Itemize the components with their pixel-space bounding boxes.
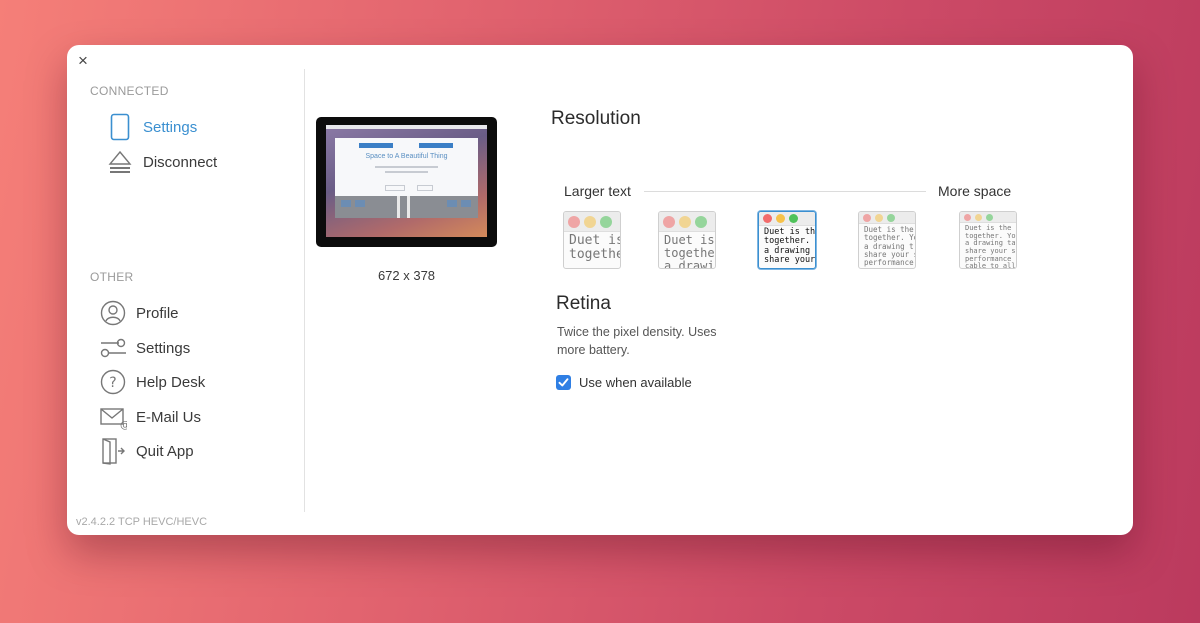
preview-text-line	[385, 171, 428, 173]
section-label-other: OTHER	[90, 270, 134, 284]
larger-text-label: Larger text	[564, 183, 631, 199]
preview-small-button	[417, 185, 433, 191]
traffic-light-dot	[584, 216, 596, 228]
resolution-option-5[interactable]: Duet is the be together. You a drawing t…	[959, 211, 1017, 269]
resolution-option-2[interactable]: Duet is togethe a drawi	[658, 211, 716, 269]
traffic-light-dot	[789, 214, 798, 223]
resolution-option-4[interactable]: Duet is the together. Yo a drawing t sha…	[858, 211, 916, 269]
sidebar-item-label: Profile	[136, 304, 179, 322]
svg-text:@: @	[120, 420, 127, 430]
preview-resolution-label: 672 x 378	[377, 268, 436, 283]
scale-divider	[644, 191, 926, 192]
traffic-light-dot	[964, 214, 971, 221]
traffic-light-dot	[776, 214, 785, 223]
resolution-title: Resolution	[551, 108, 641, 129]
use-when-available-checkbox[interactable]: Use when available	[556, 375, 692, 390]
sample-text: Duet is togethe a drawi	[664, 233, 715, 269]
sample-text: Duet is togethe	[569, 233, 621, 263]
traffic-light-dot	[763, 214, 772, 223]
resolution-option-1[interactable]: Duet is togethe	[563, 211, 621, 269]
sidebar-item-settings-connected[interactable]: Settings	[105, 112, 197, 142]
resolution-option-3[interactable]: Duet is th together. a drawing share you…	[758, 211, 816, 269]
traffic-light-dot	[663, 216, 675, 228]
sample-text: Duet is the be together. You a drawing t…	[965, 224, 1016, 269]
section-label-connected: CONNECTED	[90, 84, 169, 98]
app-window: × CONNECTED Settings Disconnect OTHER Pr…	[67, 45, 1133, 535]
sample-text: Duet is the together. Yo a drawing t sha…	[864, 225, 915, 267]
eject-icon	[105, 147, 135, 177]
sidebar-item-label: Disconnect	[143, 153, 218, 171]
traffic-light-dot	[863, 214, 871, 222]
device-preview: Space to A Beautiful Thing	[316, 117, 497, 247]
preview-image-strip	[335, 196, 478, 218]
sidebar-item-help-desk[interactable]: ? Help Desk	[98, 367, 205, 397]
exit-door-icon	[98, 436, 128, 466]
sidebar-item-quit[interactable]: Quit App	[98, 436, 194, 466]
version-label: v2.4.2.2 TCP HEVC/HEVC	[76, 516, 208, 528]
traffic-light-dot	[568, 216, 580, 228]
sidebar-item-label: E-Mail Us	[136, 408, 202, 426]
traffic-light-dot	[986, 214, 993, 221]
traffic-light-dot	[679, 216, 691, 228]
svg-text:?: ?	[109, 375, 116, 391]
sidebar: CONNECTED Settings Disconnect OTHER Prof…	[67, 45, 305, 535]
preview-text-line	[375, 166, 438, 168]
tablet-icon	[105, 112, 135, 142]
checkbox-label: Use when available	[579, 375, 692, 390]
sidebar-item-disconnect[interactable]: Disconnect	[105, 147, 217, 177]
sample-text: Duet is th together. a drawing share you…	[764, 227, 816, 266]
preview-small-button	[385, 185, 405, 191]
sidebar-item-label: Help Desk	[136, 373, 206, 391]
sliders-icon	[98, 333, 128, 363]
sidebar-item-profile[interactable]: Profile	[98, 298, 179, 328]
traffic-light-dot	[887, 214, 895, 222]
checkbox-checked-icon[interactable]	[556, 375, 571, 390]
mail-icon: @	[98, 402, 128, 432]
preview-menubar	[326, 125, 487, 129]
user-icon	[98, 298, 128, 328]
retina-description: Twice the pixel density. Uses more batte…	[557, 325, 717, 357]
traffic-light-dot	[695, 216, 707, 228]
preview-heading: Space to A Beautiful Thing	[365, 153, 448, 160]
sidebar-item-label: Quit App	[136, 442, 194, 460]
retina-title: Retina	[556, 293, 611, 314]
traffic-light-dot	[975, 214, 982, 221]
sidebar-divider	[304, 69, 305, 512]
sidebar-item-label: Settings	[143, 118, 198, 136]
preview-button-left	[359, 143, 393, 148]
preview-screen: Space to A Beautiful Thing	[326, 125, 487, 237]
sidebar-item-settings[interactable]: Settings	[98, 333, 190, 363]
sidebar-item-label: Settings	[136, 339, 191, 357]
help-icon: ?	[98, 367, 128, 397]
more-space-label: More space	[938, 183, 1012, 199]
preview-button-right	[419, 143, 453, 148]
traffic-light-dot	[875, 214, 883, 222]
preview-webpage: Space to A Beautiful Thing	[335, 138, 478, 218]
sidebar-item-email[interactable]: @ E-Mail Us	[98, 402, 201, 432]
traffic-light-dot	[600, 216, 612, 228]
